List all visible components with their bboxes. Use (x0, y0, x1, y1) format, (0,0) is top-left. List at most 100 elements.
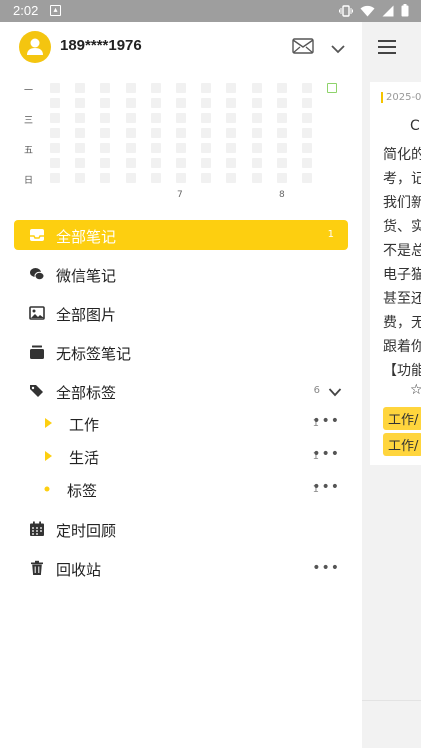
heatmap-cell (302, 113, 312, 123)
heatmap-cell (201, 83, 212, 93)
heatmap-cell (302, 128, 312, 138)
menu-label: 全部笔记 (56, 228, 117, 246)
note-line: 考，记 (383, 171, 421, 187)
heatmap-cell (251, 143, 262, 153)
heatmap-cell (176, 173, 186, 183)
menu-label: 微信笔记 (56, 267, 117, 285)
heatmap-cell (176, 143, 186, 153)
heatmap-cell (201, 98, 212, 108)
tags-icon (30, 385, 43, 397)
avatar[interactable] (19, 31, 51, 63)
menu-item-trash[interactable]: 回收站 ••• (14, 553, 348, 583)
heatmap-cell (176, 158, 186, 168)
note-line: ☆ (410, 382, 421, 398)
heatmap-cell (226, 158, 237, 168)
heatmap-cell (226, 83, 237, 93)
wechat-icon (30, 268, 45, 281)
signal-icon (382, 5, 394, 20)
heatmap-cell (125, 98, 136, 108)
heatmap-cell (251, 173, 262, 183)
chevron-down-icon[interactable] (328, 382, 342, 401)
vibrate-icon (339, 4, 353, 20)
heatmap-cell (226, 173, 237, 183)
more-icon[interactable]: ••• (312, 479, 340, 495)
note-line: 费，无 (383, 315, 421, 331)
heatmap-cell (226, 113, 237, 123)
menu-item-all-images[interactable]: 全部图片 (14, 298, 348, 328)
heatmap-cell (176, 98, 186, 108)
note-line: 简化的 (383, 147, 421, 163)
mail-icon[interactable] (292, 38, 314, 58)
heatmap-cell (125, 128, 136, 138)
week-label: 8 (279, 190, 285, 200)
tag-item-tag[interactable]: 标签 1 ••• (14, 475, 348, 503)
heatmap-cell (100, 113, 111, 123)
day-label: 日 (24, 176, 34, 186)
tag-item-life[interactable]: 生活 1 ••• (14, 442, 348, 470)
heatmap-cell (251, 113, 262, 123)
heatmap-cell (176, 83, 186, 93)
trash-icon (31, 560, 43, 575)
heatmap-cell (100, 98, 111, 108)
heatmap-cell (251, 158, 262, 168)
heatmap-cell (276, 158, 287, 168)
day-label: 五 (24, 146, 34, 156)
image-icon (29, 306, 45, 320)
wifi-icon (360, 5, 375, 20)
heatmap-cell (75, 113, 86, 123)
note-card[interactable]: 2025-08 C 简化的 考，记 我们新 货、实 不是总 电子猫 甚至还 费，… (370, 82, 421, 465)
tag-label: 工作 (69, 416, 100, 434)
heatmap-cell (150, 143, 161, 153)
inbox-icon (30, 229, 44, 241)
heatmap-cell (226, 98, 237, 108)
note-tag[interactable]: 工作/ (383, 407, 421, 430)
hamburger-menu-icon[interactable] (378, 40, 396, 54)
menu-item-all-tags[interactable]: 全部标签 6 (14, 376, 348, 406)
heatmap-cell (50, 158, 60, 168)
heatmap-cell (100, 143, 111, 153)
note-line: 电子猫 (383, 267, 421, 283)
chevron-down-icon[interactable] (330, 39, 346, 58)
heatmap-cell (276, 98, 287, 108)
note-line: 我们新 (383, 195, 421, 211)
note-line: 甚至还 (383, 291, 421, 307)
heatmap-cell (302, 143, 312, 153)
heatmap-cell (276, 113, 287, 123)
heatmap-cell (150, 173, 161, 183)
note-tag[interactable]: 工作/ (383, 433, 421, 456)
status-time: 2:02 (13, 3, 39, 18)
more-icon[interactable]: ••• (312, 446, 340, 462)
heatmap-cell (302, 173, 312, 183)
heatmap-cell (75, 128, 86, 138)
status-bar: 2:02 ▴ (0, 0, 421, 22)
caret-right-icon (45, 418, 52, 428)
note-date: 2025-08 (381, 92, 421, 103)
menu-item-all-notes[interactable]: 全部笔记 1 (14, 220, 348, 250)
caret-right-icon (45, 451, 52, 461)
menu-item-untagged-notes[interactable]: 无标签笔记 (14, 337, 348, 367)
heatmap-cell (276, 83, 287, 93)
username: 189****1976 (60, 37, 142, 54)
heatmap-cell (50, 128, 60, 138)
heatmap-cell (125, 143, 136, 153)
heatmap-cell (201, 128, 212, 138)
more-icon[interactable]: ••• (312, 560, 340, 576)
heatmap-cell (150, 128, 161, 138)
navigation-drawer: 189****1976 一 三 五 日 7 8 全部笔记 1 微信笔记 全部图片… (0, 22, 362, 748)
note-line: 【功能 (383, 363, 421, 379)
heatmap-cell (276, 128, 287, 138)
heatmap-cell (150, 83, 161, 93)
more-icon[interactable]: ••• (312, 413, 340, 429)
heatmap-cell (226, 128, 237, 138)
menu-item-timed-review[interactable]: 定时回顾 (14, 514, 348, 544)
menu-label: 全部图片 (56, 306, 117, 324)
tag-item-work[interactable]: 工作 1 ••• (14, 409, 348, 437)
note-line: 跟着你 (383, 339, 421, 355)
heatmap-cell (125, 158, 136, 168)
menu-item-wechat-notes[interactable]: 微信笔记 (14, 259, 348, 289)
heatmap-cell (201, 158, 212, 168)
heatmap-cell (226, 143, 237, 153)
menu-count: 6 (313, 385, 320, 396)
heatmap-cell-today (327, 83, 338, 93)
heatmap-cell (302, 158, 312, 168)
